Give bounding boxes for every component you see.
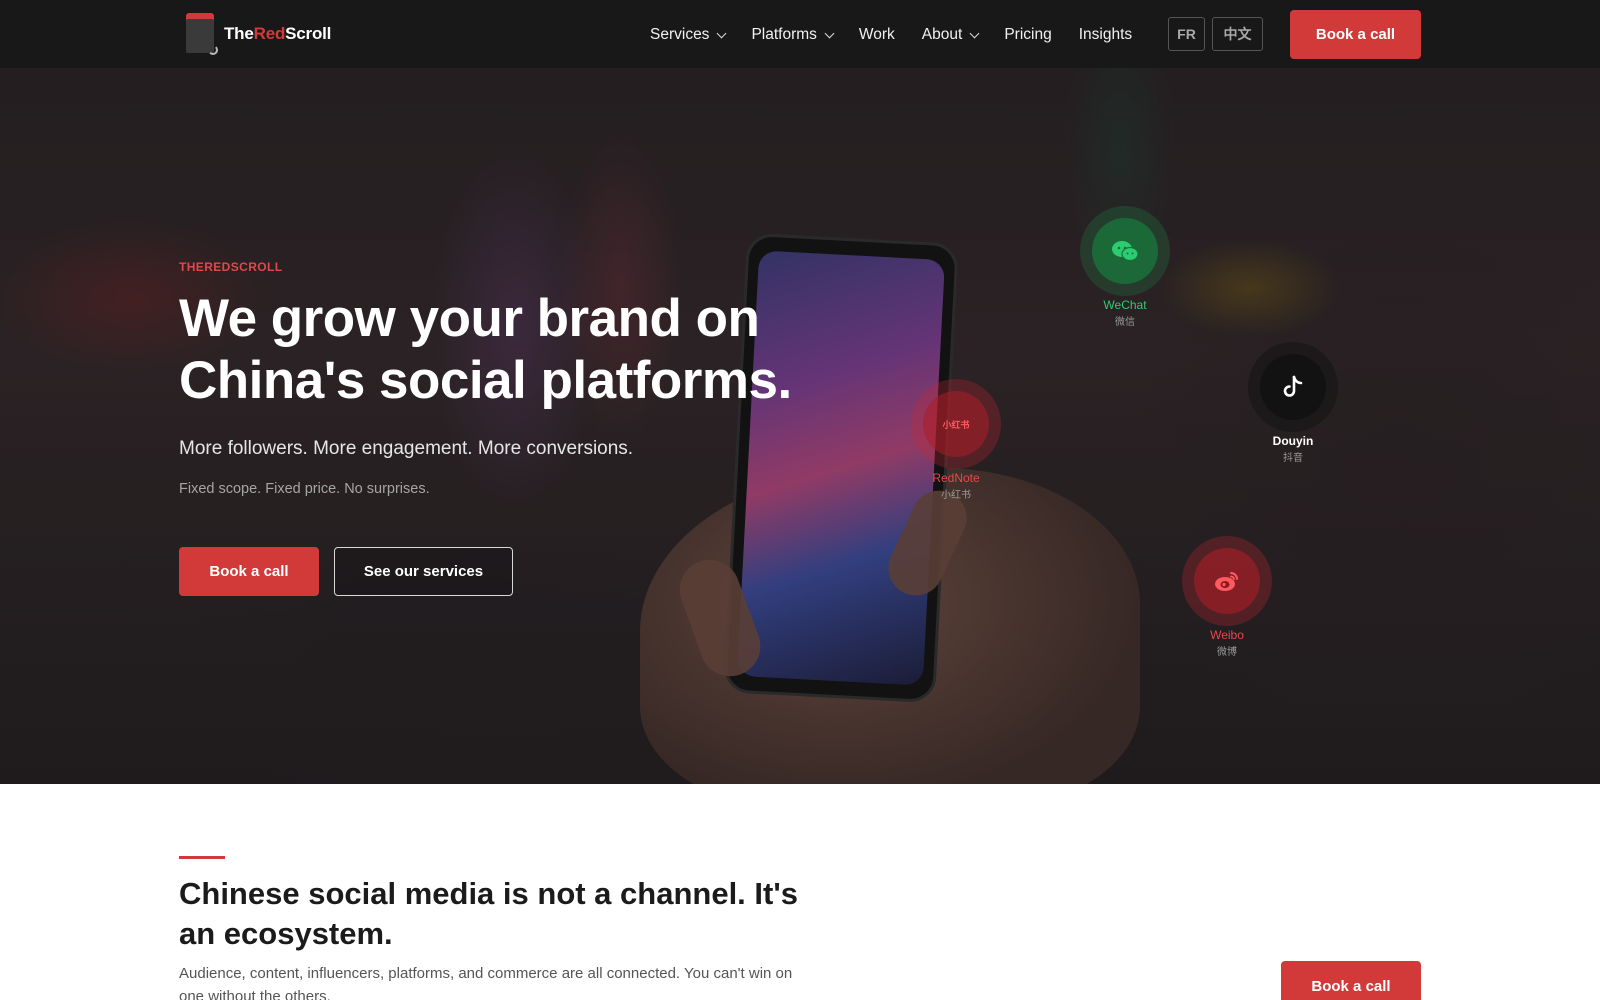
nav-item-label: Platforms xyxy=(751,26,817,43)
nav-item-pricing[interactable]: Pricing xyxy=(1004,26,1051,44)
nav-item-platforms[interactable]: Platforms xyxy=(751,26,835,44)
hero-headline: We grow your brand on China's social pla… xyxy=(179,289,792,410)
nav-item-services[interactable]: Services xyxy=(650,26,727,44)
nav-item-label: Pricing xyxy=(1004,26,1052,43)
platform-chinese-name: 小红书 xyxy=(941,490,971,501)
hero-eyebrow: THEREDSCROLL xyxy=(179,260,283,274)
platform-rednote[interactable]: 小红书 RedNote 小红书 xyxy=(911,379,1001,501)
nav-item-insights[interactable]: Insights xyxy=(1079,26,1132,44)
douyin-icon xyxy=(1260,354,1326,420)
chevron-down-icon xyxy=(969,28,980,38)
platform-chinese-name: 微博 xyxy=(1217,647,1237,658)
platform-chinese-name: 微信 xyxy=(1115,317,1135,328)
hero-section: THEREDSCROLL We grow your brand on China… xyxy=(0,68,1600,784)
platform-douyin[interactable]: Douyin 抖音 xyxy=(1248,342,1338,464)
nav-book-call-button[interactable]: Book a call xyxy=(1290,10,1421,59)
top-navbar: TheRedScroll Services Platforms Work Abo… xyxy=(0,0,1600,68)
wechat-icon xyxy=(1092,218,1158,284)
hero-subheadline: More followers. More engagement. More co… xyxy=(179,438,634,459)
chevron-down-icon xyxy=(716,28,727,38)
ecosystem-title: Chinese social media is not a channel. I… xyxy=(179,876,798,951)
brand-logo[interactable]: TheRedScroll xyxy=(186,12,331,56)
section-accent-line xyxy=(179,856,225,859)
hero-book-call-button[interactable]: Book a call xyxy=(179,547,319,596)
rednote-icon: 小红书 xyxy=(923,391,989,457)
nav-item-work[interactable]: Work xyxy=(859,26,895,44)
nav-item-about[interactable]: About xyxy=(921,26,980,44)
section-book-call-button[interactable]: Book a call xyxy=(1281,961,1421,1000)
platform-chinese-name: 抖音 xyxy=(1283,453,1303,464)
platform-name: Douyin xyxy=(1272,434,1314,448)
platform-weibo[interactable]: Weibo 微博 xyxy=(1182,536,1272,658)
scroll-logo-icon xyxy=(186,13,218,55)
platform-name: Weibo xyxy=(1210,628,1244,642)
nav-item-label: Services xyxy=(650,26,710,43)
language-zh-button[interactable]: 中文 xyxy=(1212,17,1263,51)
ecosystem-body: Audience, content, influencers, platform… xyxy=(179,965,793,1000)
see-services-button[interactable]: See our services xyxy=(334,547,513,596)
platform-name: WeChat xyxy=(1103,298,1147,312)
rednote-badge-text: 小红书 xyxy=(942,419,970,430)
main-menu: Services Platforms Work About Pricing In… xyxy=(650,22,1132,48)
language-fr-button[interactable]: FR xyxy=(1168,17,1205,51)
nav-item-label: Work xyxy=(858,26,895,43)
ecosystem-section: Chinese social media is not a channel. I… xyxy=(0,784,1600,1000)
weibo-icon xyxy=(1194,548,1260,614)
chevron-down-icon xyxy=(824,28,835,38)
platform-name: RedNote xyxy=(932,471,980,485)
brand-name: TheRedScroll xyxy=(224,24,332,43)
nav-item-label: About xyxy=(921,26,963,43)
platform-wechat[interactable]: WeChat 微信 xyxy=(1080,206,1170,328)
nav-item-label: Insights xyxy=(1078,26,1133,43)
hero-note: Fixed scope. Fixed price. No surprises. xyxy=(179,481,430,497)
